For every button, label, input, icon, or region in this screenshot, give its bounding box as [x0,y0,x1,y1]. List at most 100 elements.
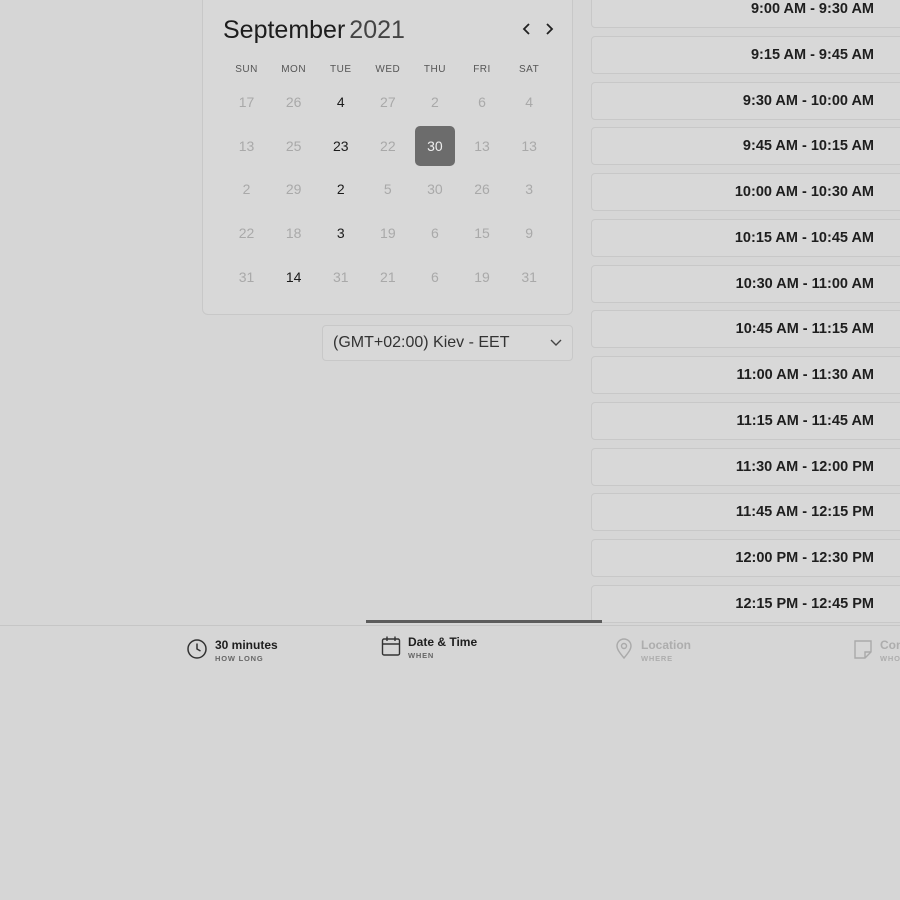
calendar-day: 30 [411,168,458,212]
weekday-label: THU [423,64,446,75]
calendar-day[interactable]: 14 [270,255,317,299]
time-slot-button[interactable]: 10:15 AM - 10:45 AM [591,218,900,257]
calendar-day-label: 4 [336,93,345,110]
calendar-month: September [223,16,346,44]
calendar-day: 2 [411,80,458,124]
step-duration[interactable]: 30 minutes HOW LONG [186,638,278,670]
step-subtitle: HOW LONG [215,654,264,663]
booking-steps-bar: 30 minutes HOW LONG Date & Time WHEN Loc… [0,625,900,675]
time-slot-button[interactable]: 12:15 PM - 12:45 PM [591,584,900,623]
calendar-day: 19 [364,211,411,255]
step-title: Con [880,638,900,652]
calendar-day-label: 13 [474,137,490,154]
step-date-time[interactable]: Date & Time WHEN [381,635,477,667]
time-slot-button[interactable]: 10:45 AM - 11:15 AM [591,310,900,349]
calendar-day: 17 [223,80,270,124]
calendar-day-label: 23 [332,137,349,154]
calendar-day-label: 30 [427,181,443,198]
calendar-day: 3 [506,168,553,212]
weekday-label: SUN [235,64,258,75]
calendar-day[interactable]: 23 [317,124,364,168]
next-month-button[interactable] [540,19,558,41]
chevron-down-icon [550,339,562,346]
calendar-day-label: 18 [285,225,302,242]
clock-icon [187,639,207,659]
calendar-day: 26 [270,80,317,124]
calendar-day: 5 [364,168,411,212]
previous-month-button[interactable] [518,19,536,41]
step-subtitle: WHEN [408,651,435,660]
calendar-day: 4 [506,80,553,124]
calendar-day-label: 31 [521,269,537,286]
calendar-card: September 2021 SUN MON TUE WED THU FRI SA… [202,0,573,315]
calendar-day-label: 3 [525,181,533,198]
calendar-day: 31 [317,255,364,299]
time-slot-button[interactable]: 11:30 AM - 12:00 PM [591,447,900,486]
calendar-day-label: 6 [431,225,439,242]
step-title: Location [641,638,691,652]
step-subtitle: WHO [880,654,900,663]
calendar-day-label: 19 [380,225,396,242]
calendar-day-label: 2 [336,181,345,198]
calendar-day: 22 [223,211,270,255]
calendar-day: 13 [223,124,270,168]
timezone-select[interactable]: (GMT+02:00) Kiev - EET [322,325,573,361]
map-pin-icon [616,638,632,660]
calendar-day: 21 [364,255,411,299]
time-slot-button[interactable]: 10:30 AM - 11:00 AM [591,264,900,303]
step-title: Date & Time [408,635,478,649]
calendar-day-label: 3 [336,225,345,242]
step-contact[interactable]: Con WHO [853,638,900,670]
calendar-day-label: 19 [474,269,490,286]
time-slot-button[interactable]: 11:00 AM - 11:30 AM [591,356,900,394]
step-location[interactable]: Location WHERE [614,638,691,670]
time-slot-button[interactable]: 12:00 PM - 12:30 PM [591,539,900,577]
calendar-day-label: 15 [474,225,490,242]
time-slot-button[interactable]: 11:15 AM - 11:45 AM [591,401,900,440]
calendar-day: 22 [364,124,411,168]
time-slot-button[interactable]: 9:00 AM - 9:30 AM [591,0,900,28]
weekday-label: TUE [329,64,352,75]
calendar-day: 27 [364,80,411,124]
calendar-day: 6 [411,211,458,255]
calendar-day: 13 [458,124,505,168]
calendar-day: 31 [223,255,270,299]
step-subtitle: WHERE [641,654,673,663]
time-slot-button[interactable]: 9:15 AM - 9:45 AM [591,35,900,74]
time-slot-button[interactable]: 9:30 AM - 10:00 AM [591,81,900,120]
time-slot-button[interactable]: 11:45 AM - 12:15 PM [591,493,900,532]
calendar-day-label: 31 [332,269,349,286]
calendar-day: 6 [458,80,505,124]
calendar-day: 26 [458,168,505,212]
calendar-month-title: September 2021 [223,15,405,45]
calendar-days-grid: 17 26 4 27 2 6 4 13 25 23 22 30 13 13 2 29 2 5 30 26 3 22 18 3 1… [223,80,553,299]
calendar-day: 9 [506,211,553,255]
calendar-day-label: 6 [431,269,439,286]
time-slot-button[interactable]: 10:00 AM - 10:30 AM [591,173,900,211]
calendar-day-label: 13 [521,137,537,154]
calendar-day: 2 [223,168,270,212]
timezone-value: (GMT+02:00) Kiev - EET [333,334,510,351]
time-slot-button[interactable]: 9:45 AM - 10:15 AM [591,127,900,166]
calendar-day-selected[interactable]: 30 [411,124,458,168]
calendar-day-label: 4 [525,93,533,110]
calendar-day[interactable]: 4 [317,80,364,124]
calendar-day: 19 [458,255,505,299]
chevron-left-icon [522,23,530,35]
calendar-day: 18 [270,211,317,255]
calendar-day-label: 29 [285,181,302,198]
calendar-day: 15 [458,211,505,255]
calendar-day[interactable]: 3 [317,211,364,255]
calendar-day: 29 [270,168,317,212]
calendar-day-label: 2 [242,181,251,198]
weekday-label: WED [375,64,401,75]
weekday-label: MON [281,64,307,75]
calendar-day-label: 5 [383,181,392,198]
calendar-day[interactable]: 2 [317,168,364,212]
calendar-day-label: 13 [238,137,255,154]
weekday-label: FRI [473,64,491,75]
calendar-day: 31 [506,255,553,299]
calendar-day: 6 [411,255,458,299]
calendar-day-label: 2 [431,93,439,110]
calendar-day-label: 6 [478,93,486,110]
